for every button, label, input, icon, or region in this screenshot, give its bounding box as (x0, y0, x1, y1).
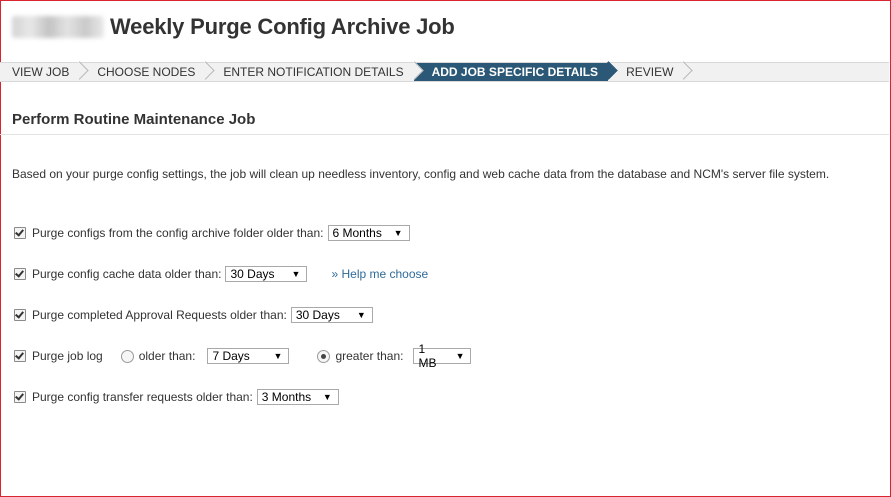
select-value: 6 Months (332, 226, 382, 240)
step-review[interactable]: REVIEW (608, 61, 694, 81)
step-choose-nodes[interactable]: CHOOSE NODES (79, 61, 216, 81)
option-purge-transfer: Purge config transfer requests older tha… (14, 387, 339, 407)
step-enter-notification-details[interactable]: ENTER NOTIFICATION DETAILS (205, 61, 424, 81)
chevron-right-icon (674, 61, 694, 80)
purge-transfer-checkbox[interactable] (14, 391, 26, 403)
greater-than-label: greater than: (335, 349, 404, 363)
option-label: Purge config transfer requests older tha… (32, 390, 253, 404)
purge-cache-checkbox[interactable] (14, 268, 26, 280)
older-than-select[interactable]: 7 Days ▼ (207, 348, 290, 364)
header: Weekly Purge Config Archive Job (12, 10, 455, 44)
option-purge-approval: Purge completed Approval Requests older … (14, 305, 373, 325)
page-title: Weekly Purge Config Archive Job (110, 14, 455, 39)
select-value: 3 Months (261, 390, 312, 404)
purge-configs-checkbox[interactable] (14, 227, 26, 239)
dropdown-arrow-icon: ▼ (273, 351, 283, 361)
option-label: Purge configs from the config archive fo… (32, 226, 324, 240)
purge-approval-checkbox[interactable] (14, 309, 26, 321)
section-description: Based on your purge config settings, the… (12, 167, 830, 181)
older-than-radio[interactable] (120, 349, 134, 363)
purge-cache-select[interactable]: 30 Days ▼ (225, 266, 308, 282)
purge-transfer-select[interactable]: 3 Months ▼ (256, 389, 339, 405)
purge-approval-select[interactable]: 30 Days ▼ (290, 307, 373, 323)
section-title: Perform Routine Maintenance Job (12, 111, 256, 128)
select-value: 7 Days (212, 349, 250, 363)
purge-configs-select[interactable]: 6 Months ▼ (327, 225, 410, 241)
help-me-choose-link[interactable]: » Help me choose (331, 267, 428, 281)
option-purge-configs: Purge configs from the config archive fo… (14, 223, 410, 243)
option-purge-cache: Purge config cache data older than: 30 D… (14, 264, 428, 284)
older-than-label: older than: (138, 349, 196, 363)
step-view-job[interactable]: VIEW JOB (0, 61, 90, 81)
dropdown-arrow-icon: ▼ (322, 392, 332, 402)
greater-than-radio[interactable] (317, 349, 331, 363)
option-purge-log: Purge job log older than: 7 Days ▼ great… (14, 342, 472, 370)
select-value: 1 MB (418, 342, 437, 370)
step-add-job-specific-details[interactable]: ADD JOB SPECIFIC DETAILS (413, 61, 618, 81)
greater-than-select[interactable]: 1 MB ▼ (413, 342, 472, 370)
step-label: VIEW JOB (12, 65, 70, 79)
purge-log-checkbox[interactable] (14, 350, 26, 362)
dropdown-arrow-icon: ▼ (455, 351, 465, 361)
select-value: 30 Days (230, 267, 275, 281)
wizard-steps: VIEW JOB CHOOSE NODES ENTER NOTIFICATION… (0, 61, 889, 82)
option-label: Purge completed Approval Requests older … (32, 308, 287, 322)
dropdown-arrow-icon: ▼ (291, 269, 301, 279)
option-label: Purge job log (32, 349, 103, 363)
step-label: ENTER NOTIFICATION DETAILS (223, 65, 404, 79)
option-label: Purge config cache data older than: (32, 267, 222, 281)
divider (0, 134, 889, 135)
step-label: ADD JOB SPECIFIC DETAILS (431, 65, 599, 79)
step-label: CHOOSE NODES (97, 65, 196, 79)
dropdown-arrow-icon: ▼ (393, 228, 403, 238)
dropdown-arrow-icon: ▼ (356, 310, 366, 320)
step-label: REVIEW (626, 65, 674, 79)
select-value: 30 Days (295, 308, 340, 322)
blurred-logo (12, 16, 104, 38)
